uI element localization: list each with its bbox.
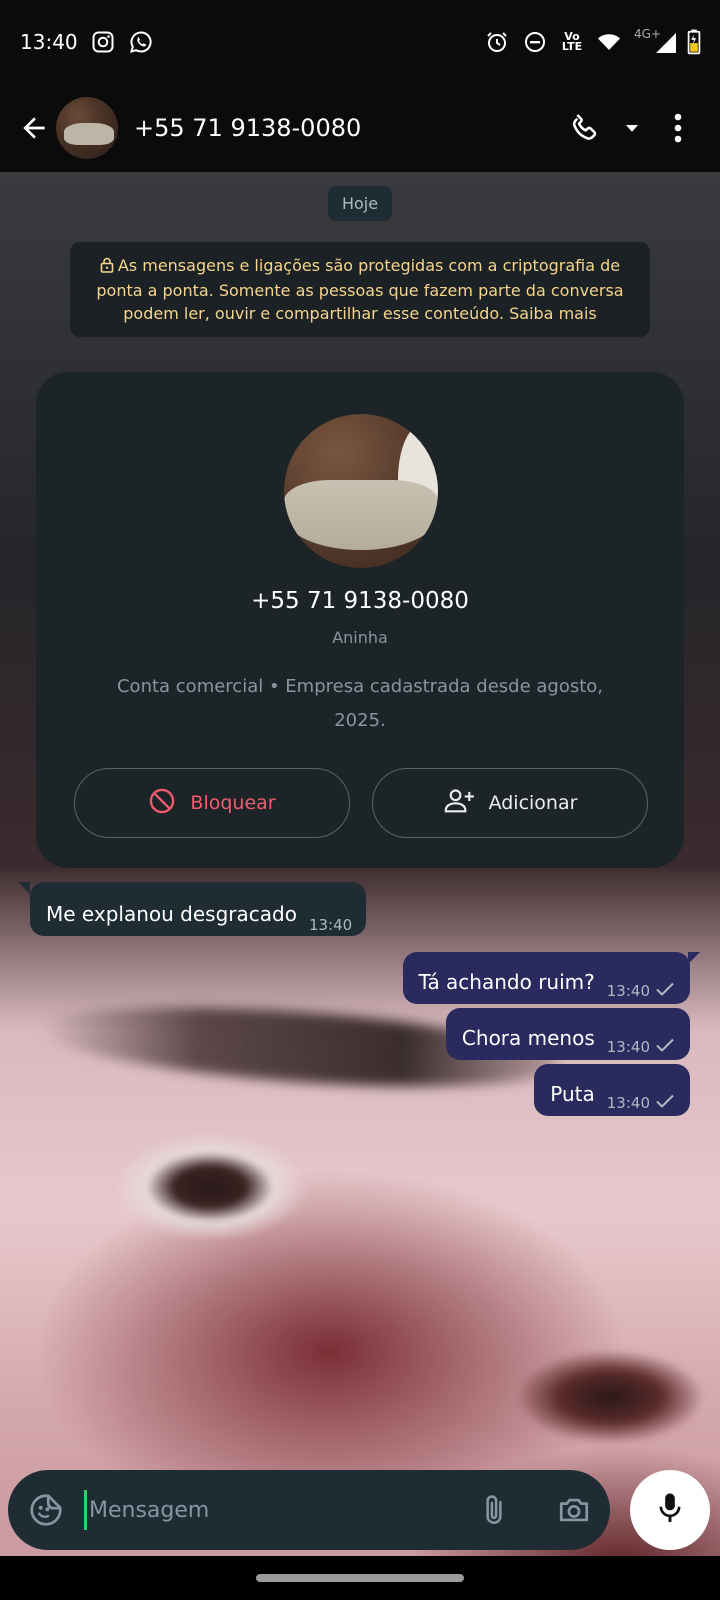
contact-card-name: Aninha bbox=[332, 628, 388, 647]
composer bbox=[8, 1470, 610, 1550]
sent-check-icon bbox=[654, 980, 676, 1002]
mic-button[interactable] bbox=[630, 1470, 710, 1550]
phone-icon[interactable] bbox=[560, 102, 610, 154]
status-bar: 13:40 Vo LTE 4G+ bbox=[0, 0, 720, 84]
sent-check-icon bbox=[654, 1092, 676, 1114]
message-outgoing[interactable]: Chora menos 13:40 bbox=[445, 1008, 690, 1060]
message-incoming[interactable]: Me explanou desgracado 13:40 bbox=[30, 882, 367, 936]
battery-icon bbox=[686, 29, 702, 55]
volte-icon: Vo LTE bbox=[561, 30, 583, 53]
mic-icon bbox=[655, 1491, 685, 1529]
sent-check-icon bbox=[654, 1036, 676, 1058]
chat-header: +55 71 9138-0080 bbox=[0, 84, 720, 172]
status-time: 13:40 bbox=[20, 30, 78, 54]
message-text: Chora menos bbox=[461, 1026, 595, 1050]
date-chip: Hoje bbox=[327, 186, 393, 221]
whatsapp-icon bbox=[128, 29, 154, 55]
home-gesture-pill[interactable] bbox=[256, 1574, 464, 1582]
bubble-tail bbox=[688, 952, 700, 964]
message-time: 13:40 bbox=[606, 982, 650, 1000]
contact-card: +55 71 9138-0080 Aninha Conta comercial … bbox=[36, 372, 684, 868]
instagram-icon bbox=[90, 29, 116, 55]
back-arrow-icon[interactable] bbox=[8, 102, 60, 154]
signal-icon: 4G+ bbox=[634, 27, 676, 55]
bubble-tail bbox=[18, 882, 30, 894]
contact-card-avatar[interactable] bbox=[284, 414, 438, 568]
block-icon bbox=[148, 787, 176, 820]
block-label: Bloquear bbox=[190, 792, 276, 814]
system-nav-bar bbox=[0, 1556, 720, 1600]
contact-title[interactable]: +55 71 9138-0080 bbox=[134, 114, 560, 142]
message-time: 13:40 bbox=[606, 1038, 650, 1056]
message-input[interactable] bbox=[84, 1490, 474, 1530]
sticker-icon[interactable] bbox=[26, 1490, 66, 1530]
lock-icon bbox=[100, 256, 114, 279]
attach-icon[interactable] bbox=[474, 1490, 514, 1530]
wallpaper-shape bbox=[520, 1352, 700, 1442]
camera-icon[interactable] bbox=[554, 1490, 594, 1530]
do-not-disturb-icon bbox=[522, 29, 548, 55]
message-time: 13:40 bbox=[606, 1094, 650, 1112]
more-vert-icon[interactable] bbox=[654, 102, 702, 154]
message-text: Me explanou desgracado bbox=[46, 902, 297, 926]
message-text: Tá achando ruim? bbox=[418, 970, 595, 994]
alarm-icon bbox=[484, 29, 510, 55]
encryption-notice[interactable]: As mensagens e ligações são protegidas c… bbox=[70, 242, 650, 337]
message-text: Puta bbox=[550, 1082, 595, 1106]
add-contact-button[interactable]: Adicionar bbox=[372, 768, 648, 838]
add-person-icon bbox=[443, 787, 475, 820]
contact-card-description: Conta comercial • Empresa cadastrada des… bbox=[116, 676, 604, 731]
wallpaper-shape bbox=[110, 1132, 310, 1242]
add-label: Adicionar bbox=[488, 792, 578, 814]
contact-card-phone: +55 71 9138-0080 bbox=[251, 588, 469, 614]
chat-area[interactable]: Hoje As mensagens e ligações são protegi… bbox=[0, 172, 720, 1556]
message-time: 13:40 bbox=[308, 916, 353, 934]
message-outgoing[interactable]: Puta 13:40 bbox=[534, 1064, 690, 1116]
message-outgoing[interactable]: Tá achando ruim? 13:40 bbox=[402, 952, 690, 1004]
block-button[interactable]: Bloquear bbox=[74, 768, 350, 838]
wifi-icon bbox=[596, 29, 622, 55]
contact-avatar[interactable] bbox=[56, 97, 118, 159]
encryption-text: As mensagens e ligações são protegidas c… bbox=[96, 256, 624, 323]
dropdown-icon[interactable] bbox=[614, 102, 650, 154]
